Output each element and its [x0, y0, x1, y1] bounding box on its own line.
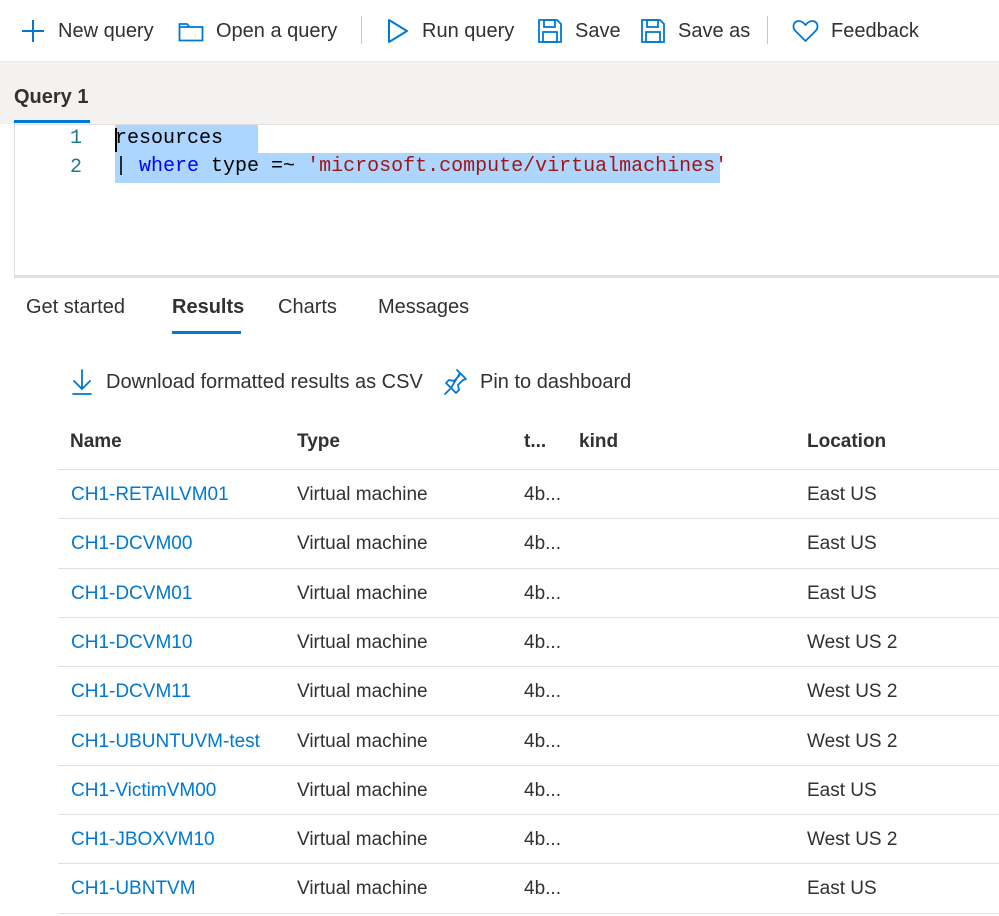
toolbar-separator — [767, 16, 768, 44]
cell-name[interactable]: CH1-RETAILVM01 — [71, 484, 229, 506]
cell-t: 4b... — [524, 681, 561, 703]
tab-query-1[interactable]: Query 1 — [14, 86, 88, 109]
line-number: 2 — [69, 156, 82, 179]
column-header-kind[interactable]: kind — [579, 431, 618, 453]
feedback-button[interactable]: Feedback — [792, 14, 919, 48]
cell-name[interactable]: CH1-DCVM11 — [71, 681, 191, 703]
cell-location: West US 2 — [807, 681, 898, 703]
cell-type: Virtual machine — [297, 484, 428, 505]
cell-type: Virtual machine — [297, 533, 428, 555]
grid-header: Name Type t... kind Location — [58, 420, 999, 470]
pin-dashboard-button[interactable]: Pin to dashboard — [442, 366, 631, 398]
cell-t: 4b... — [524, 878, 561, 900]
column-header-t[interactable]: t... — [524, 431, 546, 453]
cell-location: East US — [807, 779, 877, 801]
play-icon — [388, 19, 408, 43]
cell-location: East US — [807, 484, 877, 505]
feedback-label: Feedback — [831, 19, 919, 42]
cell-t: 4b... — [524, 631, 561, 653]
open-query-button[interactable]: Open a query — [178, 14, 337, 48]
tab-get-started[interactable]: Get started — [26, 296, 125, 319]
open-query-label: Open a query — [216, 19, 338, 42]
cell-type: Virtual machine — [297, 730, 428, 752]
code-line-2: | where type =~ 'microsoft.compute/virtu… — [115, 153, 727, 181]
table-row[interactable]: CH1-DCVM10 Virtual machine 4b... West US 2 — [58, 618, 999, 668]
cell-t: 4b... — [524, 829, 561, 851]
cell-type: Virtual machine — [297, 582, 428, 604]
code-token: resources — [115, 127, 224, 150]
cell-name[interactable]: CH1-JBOXVM10 — [71, 829, 215, 851]
table-row[interactable]: CH1-DCVM00 Virtual machine 4b... East US — [58, 519, 999, 569]
new-query-label: New query — [58, 19, 154, 42]
cell-location: East US — [807, 582, 877, 604]
cell-name[interactable]: CH1-DCVM00 — [71, 533, 192, 555]
cell-location: East US — [807, 878, 877, 900]
toolbar-separator — [361, 16, 362, 44]
heart-icon — [792, 20, 819, 42]
column-header-location[interactable]: Location — [807, 431, 886, 453]
column-header-type[interactable]: Type — [297, 431, 340, 453]
save-as-button[interactable]: Save as — [640, 14, 750, 48]
save-as-label: Save as — [678, 19, 751, 42]
new-query-button[interactable]: New query — [20, 14, 154, 48]
table-row[interactable]: CH1-UBUNTUVM-test Virtual machine 4b... Wes… — [58, 717, 999, 766]
code-token: type =~ — [199, 155, 308, 178]
cell-name[interactable]: CH1-DCVM10 — [71, 632, 192, 654]
plus-icon — [22, 20, 44, 42]
column-header-name[interactable]: Name — [70, 431, 122, 453]
cell-t: 4b... — [524, 484, 561, 505]
cell-type: Virtual machine — [297, 829, 428, 851]
table-row[interactable]: CH1-DCVM01 Virtual machine 4b... East US — [58, 569, 999, 618]
cell-name[interactable]: CH1-UBNTVM — [71, 878, 196, 900]
pin-dashboard-label: Pin to dashboard — [480, 370, 632, 393]
folder-icon — [178, 23, 204, 42]
cell-location: West US 2 — [807, 829, 898, 851]
cell-type: Virtual machine — [297, 878, 428, 900]
save-icon — [538, 19, 562, 43]
tab-results[interactable]: Results — [172, 296, 244, 319]
code-token: | — [115, 155, 140, 178]
tab-messages[interactable]: Messages — [378, 296, 469, 319]
save-as-icon — [641, 19, 665, 43]
run-query-label: Run query — [422, 19, 515, 42]
table-row[interactable]: CH1-UBNTVM Virtual machine 4b... East US — [58, 864, 999, 914]
code-string: 'microsoft.compute/virtualmachines' — [307, 155, 728, 178]
code-line-1: resources — [115, 125, 223, 153]
cell-t: 4b... — [524, 779, 561, 801]
active-tab-indicator — [14, 120, 90, 123]
cell-name[interactable]: CH1-VictimVM00 — [71, 780, 216, 802]
command-bar: New query Open a query Run query Save Sa… — [0, 0, 999, 62]
cell-type: Virtual machine — [297, 681, 428, 703]
result-tabs: Get started Results Charts Messages — [0, 278, 999, 340]
text-cursor — [115, 128, 117, 152]
query-tab-bar: Query 1 — [0, 62, 999, 124]
cell-name[interactable]: CH1-UBUNTUVM-test — [71, 731, 260, 753]
download-csv-label: Download formatted results as CSV — [106, 370, 423, 393]
cell-name[interactable]: CH1-DCVM01 — [71, 583, 192, 605]
save-button[interactable]: Save — [537, 14, 621, 48]
table-row[interactable]: CH1-RETAILVM01 Virtual machine 4b... East U… — [58, 470, 999, 520]
table-row[interactable]: CH1-JBOXVM10 Virtual machine 4b... West US … — [58, 815, 999, 865]
cell-location: East US — [807, 533, 877, 555]
cell-type: Virtual machine — [297, 779, 428, 801]
download-csv-button[interactable]: Download formatted results as CSV — [70, 366, 423, 398]
cell-type: Virtual machine — [297, 631, 428, 653]
save-label: Save — [575, 19, 621, 42]
cell-t: 4b... — [524, 533, 561, 555]
cell-t: 4b... — [524, 730, 561, 752]
download-icon — [72, 369, 92, 395]
cell-t: 4b... — [524, 582, 561, 604]
query-editor[interactable]: 1 2 resources | where type =~ 'microsoft… — [14, 124, 999, 276]
cell-location: West US 2 — [807, 631, 898, 653]
active-tab-indicator — [172, 331, 241, 334]
cell-location: West US 2 — [807, 730, 898, 752]
run-query-button[interactable]: Run query — [386, 14, 514, 48]
tab-charts[interactable]: Charts — [278, 296, 337, 319]
code-keyword: where — [139, 155, 200, 178]
table-row[interactable]: CH1-DCVM11 Virtual machine 4b... West US 2 — [58, 667, 999, 717]
table-row[interactable]: CH1-VictimVM00 Virtual machine 4b... East U… — [58, 766, 999, 816]
line-number: 1 — [69, 127, 82, 150]
pin-icon — [444, 369, 467, 395]
